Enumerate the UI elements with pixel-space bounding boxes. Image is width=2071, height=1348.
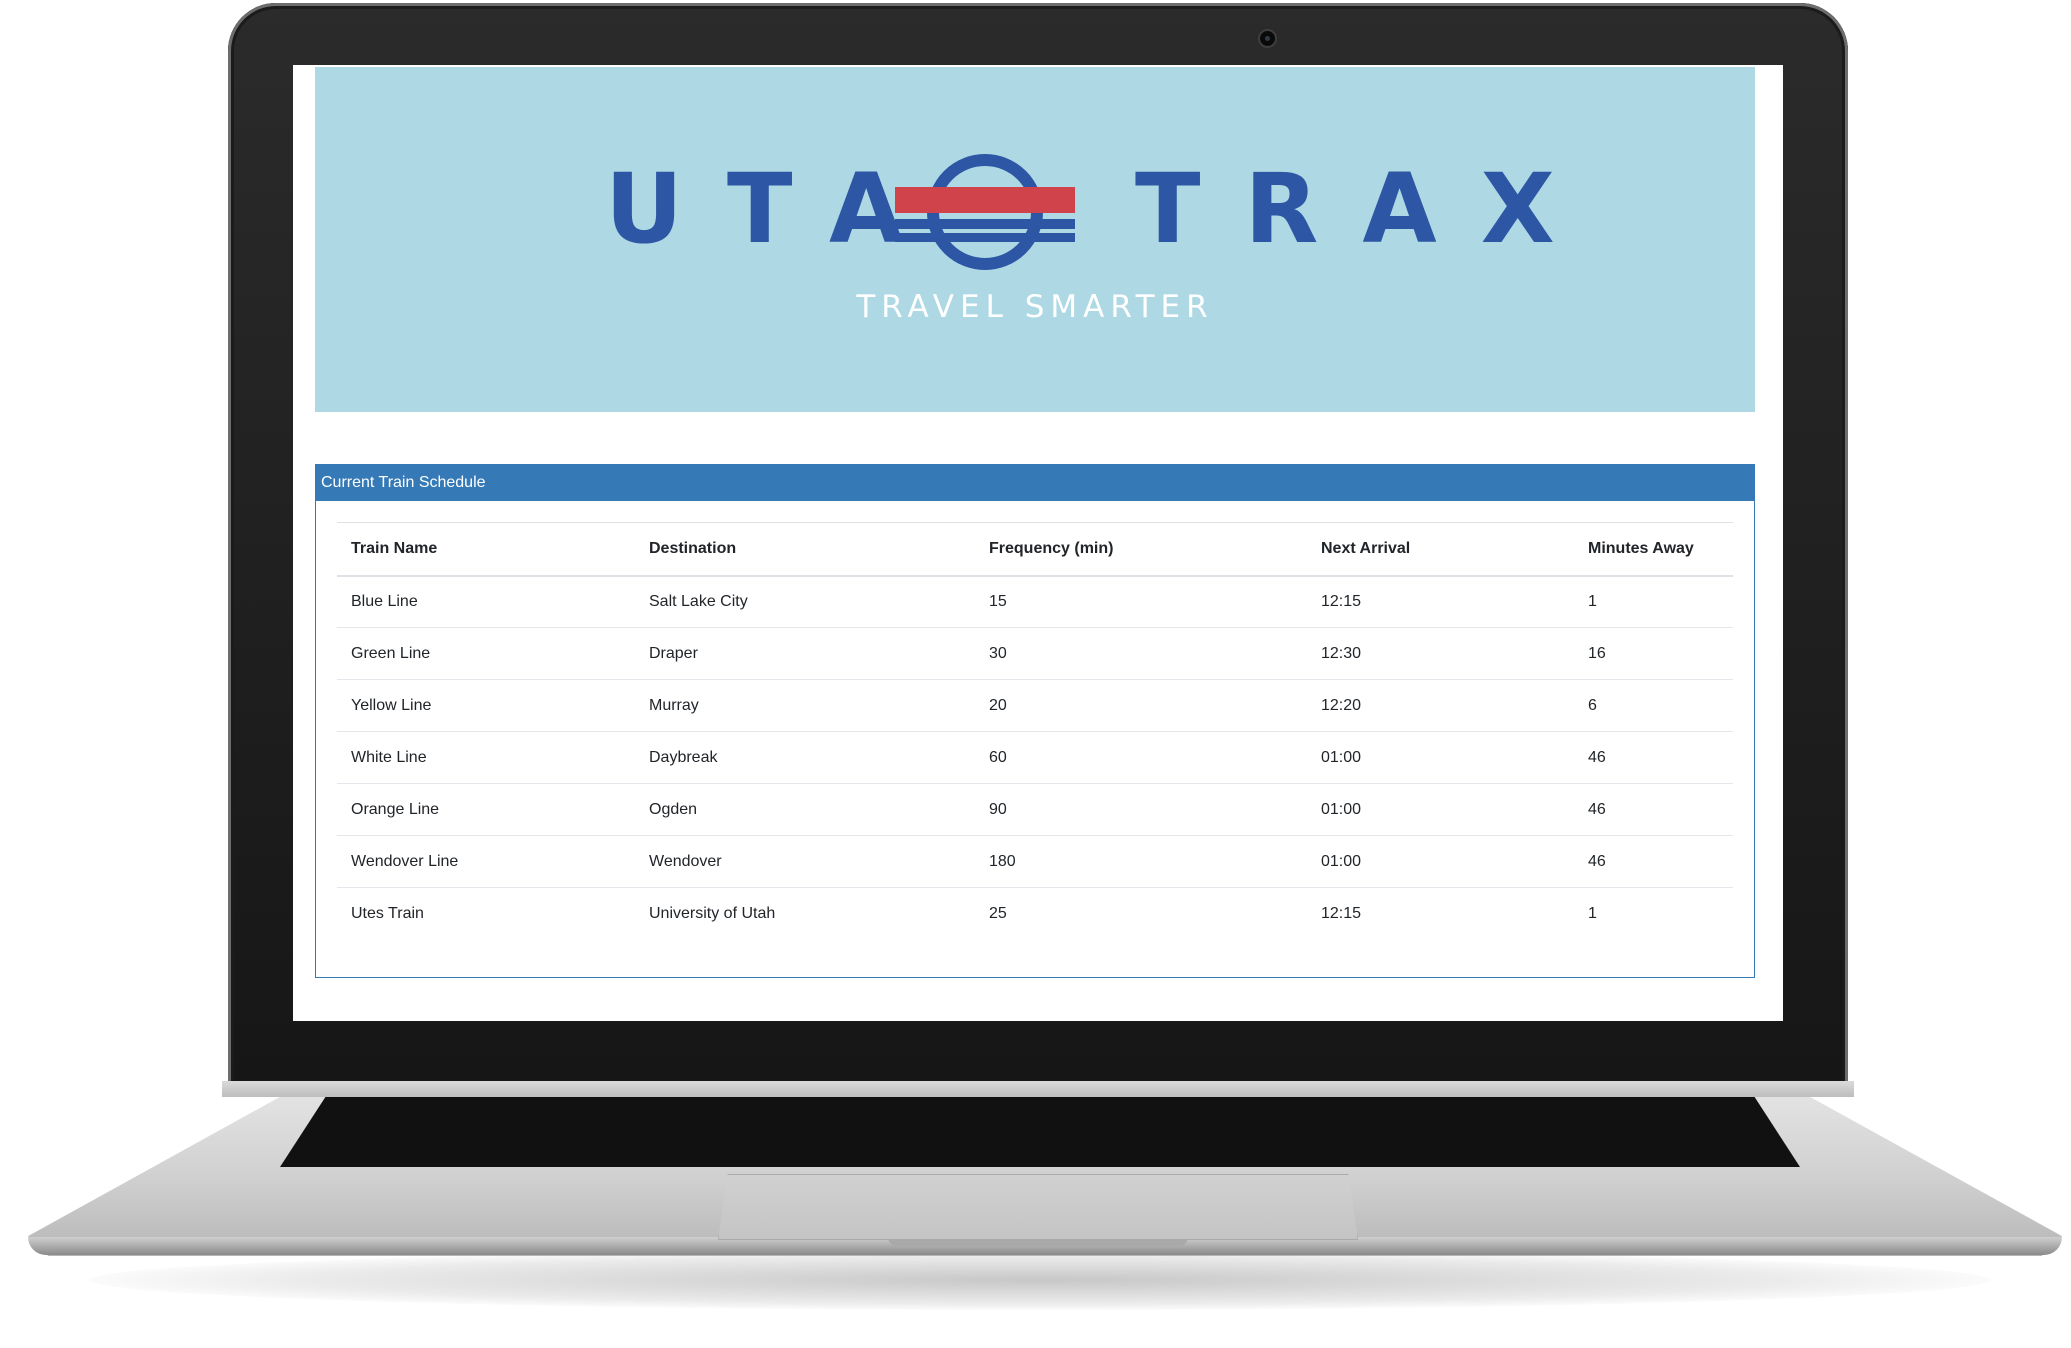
laptop-hinge bbox=[222, 1081, 1854, 1097]
cell-frequency: 20 bbox=[989, 696, 1007, 714]
cell-next-arrival: 01:00 bbox=[1321, 800, 1362, 818]
cell-next-arrival: 12:30 bbox=[1321, 644, 1362, 662]
column-header-frequency: Frequency (min) bbox=[989, 539, 1114, 557]
cell-frequency: 25 bbox=[989, 904, 1007, 922]
cell-minutes-away: 46 bbox=[1588, 800, 1606, 818]
trackpad bbox=[718, 1174, 1358, 1240]
schedule-panel: Current Train Schedule Train Name Destin… bbox=[315, 464, 1755, 978]
cell-minutes-away: 46 bbox=[1588, 852, 1606, 870]
column-header-destination: Destination bbox=[649, 539, 737, 557]
cell-frequency: 60 bbox=[989, 748, 1007, 766]
cell-next-arrival: 01:00 bbox=[1321, 852, 1362, 870]
cell-destination: Salt Lake City bbox=[649, 592, 748, 610]
cell-next-arrival: 01:00 bbox=[1321, 748, 1362, 766]
schedule-table-wrapper: Train Name Destination Frequency (min) N… bbox=[337, 522, 1733, 940]
schedule-table: Train Name Destination Frequency (min) N… bbox=[337, 522, 1733, 940]
column-header-train-name: Train Name bbox=[351, 539, 438, 557]
cell-next-arrival: 12:15 bbox=[1321, 592, 1362, 610]
table-header-row: Train Name Destination Frequency (min) N… bbox=[337, 522, 1733, 576]
cell-train-name: Yellow Line bbox=[351, 696, 432, 714]
table-row: Yellow Line Murray 20 12:20 6 bbox=[337, 680, 1733, 732]
cell-destination: Daybreak bbox=[649, 748, 718, 766]
cell-destination: University of Utah bbox=[649, 904, 776, 922]
cell-train-name: White Line bbox=[351, 748, 427, 766]
laptop-shadow bbox=[90, 1250, 1990, 1310]
cell-destination: Murray bbox=[649, 696, 699, 714]
camera-icon bbox=[1258, 29, 1277, 48]
cell-frequency: 180 bbox=[989, 852, 1016, 870]
table-row: White Line Daybreak 60 01:00 46 bbox=[337, 732, 1733, 784]
column-header-minutes-away: Minutes Away bbox=[1588, 539, 1694, 557]
hero-banner: UTA TRAX TRAVEL SMARTER bbox=[315, 67, 1755, 412]
cell-frequency: 90 bbox=[989, 800, 1007, 818]
cell-frequency: 30 bbox=[989, 644, 1007, 662]
cell-minutes-away: 6 bbox=[1588, 696, 1597, 714]
table-row: Blue Line Salt Lake City 15 12:15 1 bbox=[337, 576, 1733, 628]
tagline: TRAVEL SMARTER bbox=[856, 289, 1214, 325]
column-header-next-arrival: Next Arrival bbox=[1321, 539, 1411, 557]
table-row: Wendover Line Wendover 180 01:00 46 bbox=[337, 836, 1733, 888]
screen: UTA TRAX TRAVEL SMARTER Current Train Sc… bbox=[293, 65, 1783, 1021]
cell-next-arrival: 12:15 bbox=[1321, 904, 1362, 922]
cell-train-name: Green Line bbox=[351, 644, 431, 662]
cell-minutes-away: 1 bbox=[1588, 592, 1597, 610]
panel-heading: Current Train Schedule bbox=[316, 465, 1754, 501]
cell-frequency: 15 bbox=[989, 592, 1007, 610]
cell-train-name: Wendover Line bbox=[351, 852, 459, 870]
cell-destination: Wendover bbox=[649, 852, 722, 870]
table-row: Utes Train University of Utah 25 12:15 1 bbox=[337, 888, 1733, 940]
cell-minutes-away: 1 bbox=[1588, 904, 1597, 922]
table-row: Green Line Draper 30 12:30 16 bbox=[337, 628, 1733, 680]
cell-train-name: Orange Line bbox=[351, 800, 440, 818]
cell-minutes-away: 16 bbox=[1588, 644, 1606, 662]
logo-text-trax: TRAX bbox=[1135, 153, 1599, 265]
cell-train-name: Blue Line bbox=[351, 592, 418, 610]
table-row: Orange Line Ogden 90 01:00 46 bbox=[337, 784, 1733, 836]
cell-next-arrival: 12:20 bbox=[1321, 696, 1362, 714]
keyboard bbox=[280, 1092, 1800, 1167]
trax-logo-icon bbox=[895, 154, 1075, 270]
cell-train-name: Utes Train bbox=[351, 904, 424, 922]
cell-destination: Draper bbox=[649, 644, 698, 662]
cell-minutes-away: 46 bbox=[1588, 748, 1606, 766]
cell-destination: Ogden bbox=[649, 800, 698, 818]
